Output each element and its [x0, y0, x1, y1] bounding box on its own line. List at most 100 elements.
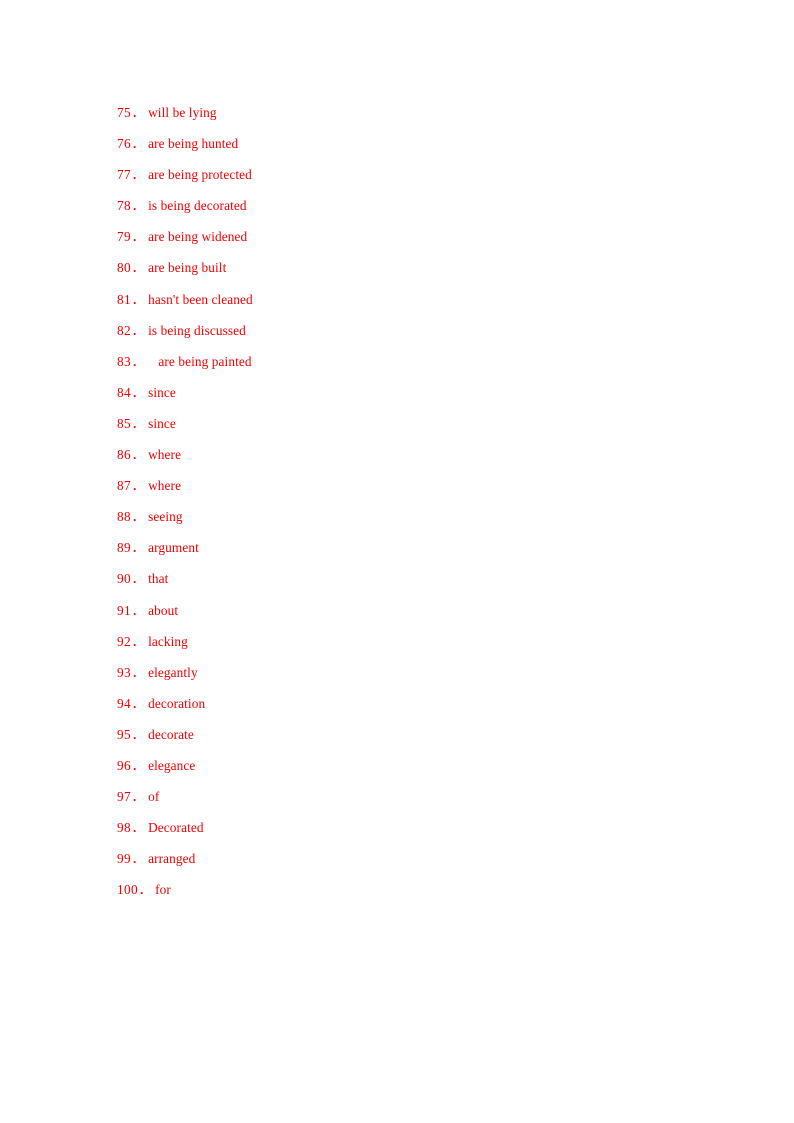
- answer-text: decoration: [148, 695, 206, 711]
- answer-text: since: [148, 384, 176, 400]
- answer-text: are being painted: [148, 353, 252, 369]
- answer-text: for: [155, 882, 171, 898]
- answer-separator: ．: [131, 851, 145, 867]
- answer-number: 75: [117, 105, 131, 120]
- answer-text: are being widened: [148, 229, 248, 245]
- answer-item: 80． are being built: [117, 258, 717, 289]
- document-page: 75． will be lying 76． are being hunted 77． ar…: [0, 0, 794, 1123]
- answer-separator: ．: [131, 789, 145, 805]
- answer-separator: ．: [131, 384, 145, 400]
- answer-text: lacking: [148, 633, 188, 649]
- answer-separator: ．: [131, 602, 145, 618]
- answer-text: are being built: [148, 260, 227, 276]
- answer-item: 81． hasn't been cleaned: [117, 290, 717, 321]
- answer-separator: ．: [131, 633, 145, 649]
- answer-number: 79: [117, 229, 131, 245]
- answer-item: 76． are being hunted: [117, 134, 717, 165]
- answer-text: hasn't been cleaned: [148, 291, 253, 307]
- answer-number: 76: [117, 136, 131, 152]
- answer-separator: ．: [131, 726, 145, 742]
- answer-number: 78: [117, 198, 131, 214]
- answer-text: of: [148, 789, 160, 805]
- answer-number: 88: [117, 509, 131, 525]
- answer-number: 95: [117, 726, 131, 742]
- answer-number: 93: [117, 664, 131, 680]
- answer-separator: ．: [131, 571, 145, 587]
- answer-text: are being protected: [148, 167, 252, 183]
- answer-item: 84． since: [117, 383, 717, 414]
- answer-number: 90: [117, 571, 131, 587]
- answer-separator: ．: [131, 478, 145, 494]
- answer-item: 86． where: [117, 445, 717, 476]
- answer-text: seeing: [148, 509, 183, 525]
- answer-separator: ．: [131, 198, 145, 214]
- answer-item: 97． of: [117, 787, 717, 818]
- answer-separator: ．: [131, 291, 145, 307]
- answer-text: is being discussed: [148, 322, 246, 338]
- answer-item: 89． argument: [117, 538, 717, 569]
- answer-number: 84: [117, 384, 131, 400]
- answer-number: 96: [117, 757, 131, 773]
- answer-text: argument: [148, 540, 199, 556]
- answer-item: 77． are being protected: [117, 165, 717, 196]
- answer-text: about: [148, 602, 179, 618]
- answer-item: 96． elegance: [117, 756, 717, 787]
- answer-separator: ．: [131, 136, 145, 152]
- answer-item: 78． is being decorated: [117, 196, 717, 227]
- answer-number: 81: [117, 291, 131, 307]
- answer-text: decorate: [148, 726, 194, 742]
- answer-item: 79． are being widened: [117, 227, 717, 258]
- answer-number: 83: [117, 353, 131, 369]
- answer-separator: ．: [131, 322, 145, 338]
- answer-separator: ．: [131, 260, 145, 276]
- answer-separator: ．: [131, 415, 145, 431]
- answer-separator: ．: [131, 447, 145, 463]
- answer-item: 99． arranged: [117, 849, 717, 880]
- answer-text: where: [148, 478, 182, 494]
- answer-text: since: [148, 415, 176, 431]
- answer-item: 100． for: [117, 880, 717, 911]
- answer-separator: ．: [131, 820, 145, 836]
- answer-separator: ．: [131, 229, 145, 245]
- answer-separator: ．: [131, 167, 145, 183]
- answer-separator: ．: [131, 695, 145, 711]
- answer-item: 90． that: [117, 569, 717, 600]
- answer-number: 82: [117, 322, 131, 338]
- answer-separator: ．: [131, 509, 145, 525]
- answer-item: 82． is being discussed: [117, 321, 717, 352]
- answer-number: 94: [117, 695, 131, 711]
- answer-item: 87． where: [117, 476, 717, 507]
- answer-separator: ．: [131, 105, 145, 120]
- answer-item: 85． since: [117, 414, 717, 445]
- answer-number: 85: [117, 415, 131, 431]
- answer-item: 88． seeing: [117, 507, 717, 538]
- answer-number: 98: [117, 820, 131, 836]
- answer-item: 75． will be lying: [117, 103, 717, 134]
- answer-item: 92． lacking: [117, 632, 717, 663]
- answer-number: 86: [117, 447, 131, 463]
- answer-text: elegantly: [148, 664, 198, 680]
- answer-text: Decorated: [148, 820, 204, 836]
- answer-number: 97: [117, 789, 131, 805]
- answer-text: is being decorated: [148, 198, 247, 214]
- answer-separator: ．: [131, 664, 145, 680]
- answer-separator: ．: [131, 353, 145, 369]
- answer-text: elegance: [148, 757, 196, 773]
- answer-number: 89: [117, 540, 131, 556]
- answer-number: 92: [117, 633, 131, 649]
- answer-text: that: [148, 571, 169, 587]
- answer-text: will be lying: [148, 105, 217, 120]
- answer-separator: ．: [131, 757, 145, 773]
- answer-number: 91: [117, 602, 131, 618]
- answer-item: 98． Decorated: [117, 818, 717, 849]
- answer-item: 93． elegantly: [117, 663, 717, 694]
- answer-number: 80: [117, 260, 131, 276]
- answer-separator: ．: [138, 882, 152, 898]
- answer-number: 87: [117, 478, 131, 494]
- answer-text: where: [148, 447, 182, 463]
- answer-item: 94． decoration: [117, 694, 717, 725]
- answer-text: arranged: [148, 851, 196, 867]
- answer-number: 100: [117, 882, 138, 898]
- answer-number: 99: [117, 851, 131, 867]
- answer-item: 83． are being painted: [117, 352, 717, 383]
